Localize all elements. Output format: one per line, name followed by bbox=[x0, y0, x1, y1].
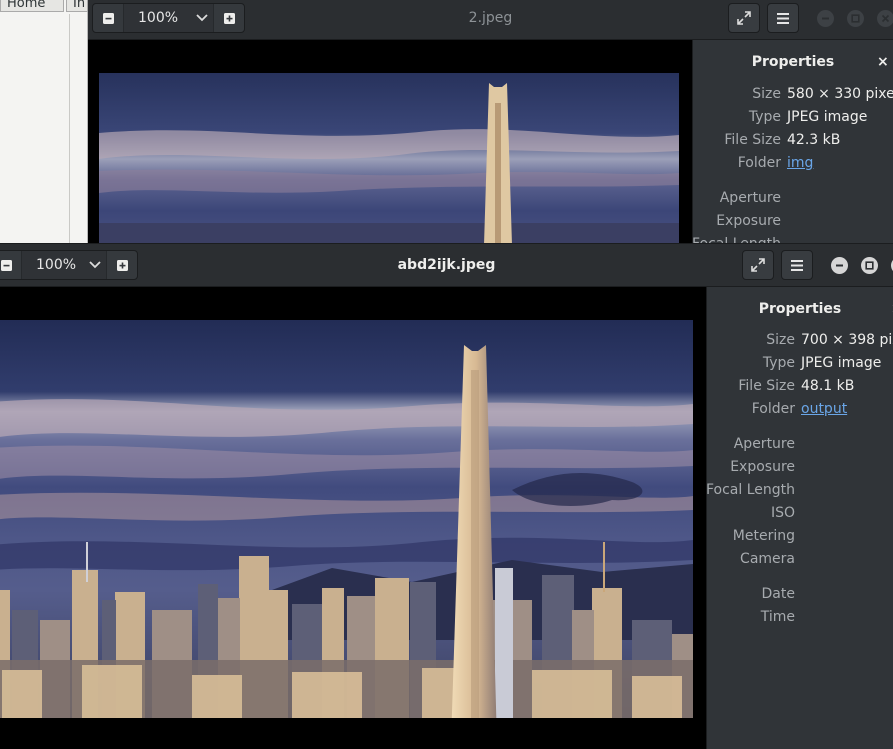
iso-label: ISO bbox=[770, 505, 795, 521]
property-filesize: File Size bbox=[693, 129, 781, 151]
filesize-value: 42.3 kB bbox=[787, 132, 841, 148]
displayed-image bbox=[99, 73, 679, 245]
filesize-label: File Size bbox=[724, 132, 781, 148]
close-window-button[interactable] bbox=[877, 10, 893, 27]
aperture-label: Aperture bbox=[733, 436, 795, 452]
folder-label: Folder bbox=[737, 155, 781, 171]
fullscreen-button[interactable] bbox=[742, 250, 774, 280]
minimize-icon bbox=[822, 17, 829, 20]
property-focal-length: Focal Length bbox=[707, 479, 795, 501]
close-sidebar-button[interactable]: × bbox=[877, 54, 889, 70]
property-type: Type bbox=[707, 352, 795, 374]
focal-length-label: Focal Length bbox=[706, 482, 795, 498]
menu-button[interactable] bbox=[781, 250, 813, 280]
exposure-label: Exposure bbox=[730, 459, 795, 475]
property-folder: Folder bbox=[693, 152, 781, 174]
hamburger-menu-icon bbox=[791, 259, 803, 271]
type-label: Type bbox=[748, 109, 781, 125]
size-label: Size bbox=[752, 86, 781, 102]
folder-link[interactable]: output bbox=[801, 398, 847, 420]
property-type: Type bbox=[693, 106, 781, 128]
properties-title: Properties bbox=[758, 301, 842, 317]
maximize-button[interactable] bbox=[847, 10, 864, 27]
scrollbar[interactable] bbox=[69, 14, 70, 244]
properties-sidebar: Properties × Size 700 × 398 pixels Type … bbox=[706, 287, 893, 749]
fullscreen-button[interactable] bbox=[728, 3, 760, 33]
size-value: 700 × 398 pixels bbox=[801, 332, 893, 348]
maximize-icon bbox=[865, 261, 874, 270]
size-label: Size bbox=[766, 332, 795, 348]
headerbar: 100% 2.jpeg bbox=[88, 0, 893, 40]
folder-label: Folder bbox=[751, 401, 795, 417]
exposure-label: Exposure bbox=[716, 213, 781, 229]
image-canvas[interactable] bbox=[0, 287, 706, 749]
metering-label: Metering bbox=[732, 528, 795, 544]
property-metering: Metering bbox=[707, 525, 795, 547]
fullscreen-icon bbox=[751, 258, 765, 272]
minimize-button[interactable] bbox=[831, 257, 848, 274]
hamburger-menu-icon bbox=[777, 12, 789, 24]
property-filesize: File Size bbox=[707, 375, 795, 397]
maximize-icon bbox=[851, 14, 860, 23]
menu-button[interactable] bbox=[767, 3, 799, 33]
property-aperture: Aperture bbox=[707, 433, 795, 455]
tab-other[interactable]: In bbox=[66, 0, 88, 12]
type-value: JPEG image bbox=[787, 109, 868, 125]
image-viewer-window-back: 100% 2.jpeg Properties × Size 580 × 330 … bbox=[88, 0, 893, 245]
folder-link[interactable]: img bbox=[787, 152, 813, 174]
property-size: Size bbox=[693, 83, 781, 105]
aperture-label: Aperture bbox=[719, 190, 781, 206]
minimize-icon bbox=[836, 264, 843, 267]
close-icon bbox=[881, 14, 890, 23]
property-exposure: Exposure bbox=[693, 210, 781, 232]
property-camera: Camera bbox=[707, 548, 795, 570]
property-time: Time bbox=[707, 606, 795, 628]
properties-title: Properties bbox=[751, 54, 835, 70]
displayed-image bbox=[0, 320, 693, 718]
properties-sidebar: Properties × Size 580 × 330 pixels Type … bbox=[692, 40, 893, 245]
size-value: 580 × 330 pixels bbox=[787, 86, 893, 102]
image-canvas[interactable] bbox=[88, 40, 692, 245]
fullscreen-icon bbox=[737, 11, 751, 25]
filesize-value: 48.1 kB bbox=[801, 378, 855, 394]
type-label: Type bbox=[762, 355, 795, 371]
property-aperture: Aperture bbox=[693, 187, 781, 209]
headerbar: 100% abd2ijk.jpeg bbox=[0, 243, 893, 287]
property-date: Date bbox=[707, 583, 795, 605]
property-size: Size bbox=[707, 329, 795, 351]
property-folder: Folder bbox=[707, 398, 795, 420]
property-iso: ISO bbox=[707, 502, 795, 524]
maximize-button[interactable] bbox=[861, 257, 878, 274]
tab-home[interactable]: Home bbox=[0, 0, 64, 12]
time-label: Time bbox=[760, 609, 795, 625]
camera-label: Camera bbox=[740, 551, 795, 567]
date-label: Date bbox=[761, 586, 795, 602]
type-value: JPEG image bbox=[801, 355, 882, 371]
image-viewer-window-front: 100% abd2ijk.jpeg Properties Size 700 × … bbox=[0, 243, 893, 749]
filesize-label: File Size bbox=[738, 378, 795, 394]
minimize-button[interactable] bbox=[817, 10, 834, 27]
desktop: Home In 100% 2.jpeg Properties × Size 58… bbox=[0, 0, 893, 749]
file-manager-window: Home In bbox=[0, 0, 88, 245]
property-exposure: Exposure bbox=[707, 456, 795, 478]
